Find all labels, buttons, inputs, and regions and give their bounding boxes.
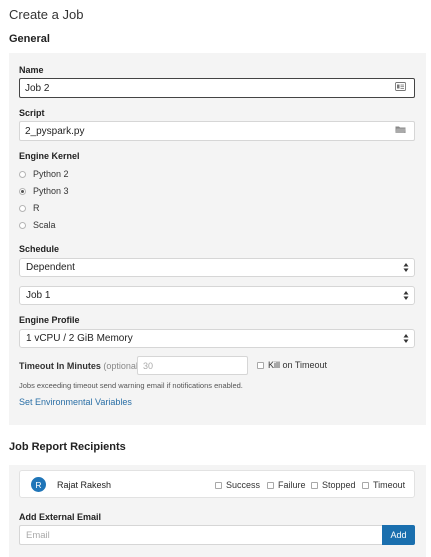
checkbox-box[interactable] xyxy=(267,481,274,489)
kernel-option-label: R xyxy=(33,203,40,213)
set-env-variables-link[interactable]: Set Environmental Variables xyxy=(19,397,132,407)
folder-icon[interactable] xyxy=(395,126,406,137)
schedule-value: Dependent xyxy=(26,262,75,273)
report-panel: R Rajat Rakesh Success Failure Stopped T… xyxy=(9,465,426,557)
external-email-label: Add External Email xyxy=(19,512,102,522)
script-label: Script xyxy=(19,108,45,118)
kernel-radio[interactable] xyxy=(19,221,26,229)
kernel-option-python2[interactable]: Python 2 xyxy=(19,169,69,179)
engine-kernel-label: Engine Kernel xyxy=(19,151,80,161)
notify-option-label: Success xyxy=(226,480,261,490)
dependency-value: Job 1 xyxy=(26,290,51,301)
timeout-optional-text: (optional) xyxy=(103,361,141,371)
engine-profile-select[interactable]: 1 vCPU / 2 GiB Memory xyxy=(19,329,415,348)
recipient-row: R Rajat Rakesh Success Failure Stopped T… xyxy=(19,470,415,498)
dependency-select[interactable]: Job 1 xyxy=(19,286,415,305)
timeout-input[interactable]: 30 xyxy=(137,356,248,375)
general-panel: Name Job 2 Script 2_pyspark.py Engine Ke… xyxy=(9,53,426,425)
checkbox-box[interactable] xyxy=(257,361,264,369)
general-section-title: General xyxy=(9,33,50,45)
schedule-select[interactable]: Dependent xyxy=(19,258,415,277)
name-input[interactable]: Job 2 xyxy=(19,78,415,98)
add-email-button[interactable]: Add xyxy=(382,525,415,545)
select-caret-icon xyxy=(403,334,409,343)
kernel-radio[interactable] xyxy=(19,170,26,178)
notify-option-label: Failure xyxy=(278,480,306,490)
notify-failure-checkbox[interactable]: Failure xyxy=(267,480,306,490)
timeout-label: Timeout In Minutes (optional) xyxy=(19,361,141,371)
kernel-option-label: Python 3 xyxy=(33,186,69,196)
notify-option-label: Stopped xyxy=(322,480,356,490)
id-card-icon xyxy=(395,82,406,94)
name-label: Name xyxy=(19,65,44,75)
kernel-radio[interactable] xyxy=(19,187,26,195)
script-input[interactable]: 2_pyspark.py xyxy=(19,121,415,141)
checkbox-box[interactable] xyxy=(362,481,369,489)
notify-stopped-checkbox[interactable]: Stopped xyxy=(311,480,356,490)
kill-on-timeout-label: Kill on Timeout xyxy=(268,360,328,370)
kernel-option-scala[interactable]: Scala xyxy=(19,220,56,230)
kernel-option-label: Scala xyxy=(33,220,56,230)
schedule-label: Schedule xyxy=(19,244,60,254)
notify-timeout-checkbox[interactable]: Timeout xyxy=(362,480,405,490)
email-placeholder: Email xyxy=(26,529,50,541)
timeout-placeholder: 30 xyxy=(143,360,154,371)
kill-on-timeout-checkbox[interactable]: Kill on Timeout xyxy=(257,360,327,370)
report-section-title: Job Report Recipients xyxy=(9,441,126,453)
timeout-label-text: Timeout In Minutes xyxy=(19,361,101,371)
script-value: 2_pyspark.py xyxy=(25,125,85,137)
timeout-hint: Jobs exceeding timeout send warning emai… xyxy=(19,381,243,390)
recipient-name: Rajat Rakesh xyxy=(57,480,112,490)
kernel-option-label: Python 2 xyxy=(33,169,69,179)
checkbox-box[interactable] xyxy=(215,481,222,489)
select-caret-icon xyxy=(403,291,409,300)
name-value: Job 2 xyxy=(25,82,50,94)
external-email-input[interactable]: Email xyxy=(19,525,382,545)
page-title: Create a Job xyxy=(9,7,84,22)
checkbox-box[interactable] xyxy=(311,481,318,489)
select-caret-icon xyxy=(403,263,409,272)
avatar: R xyxy=(31,477,46,492)
kernel-option-python3[interactable]: Python 3 xyxy=(19,186,69,196)
notify-success-checkbox[interactable]: Success xyxy=(215,480,260,490)
kernel-option-r[interactable]: R xyxy=(19,203,40,213)
engine-profile-value: 1 vCPU / 2 GiB Memory xyxy=(26,333,133,344)
engine-profile-label: Engine Profile xyxy=(19,315,80,325)
notify-option-label: Timeout xyxy=(373,480,406,490)
kernel-radio[interactable] xyxy=(19,204,26,212)
